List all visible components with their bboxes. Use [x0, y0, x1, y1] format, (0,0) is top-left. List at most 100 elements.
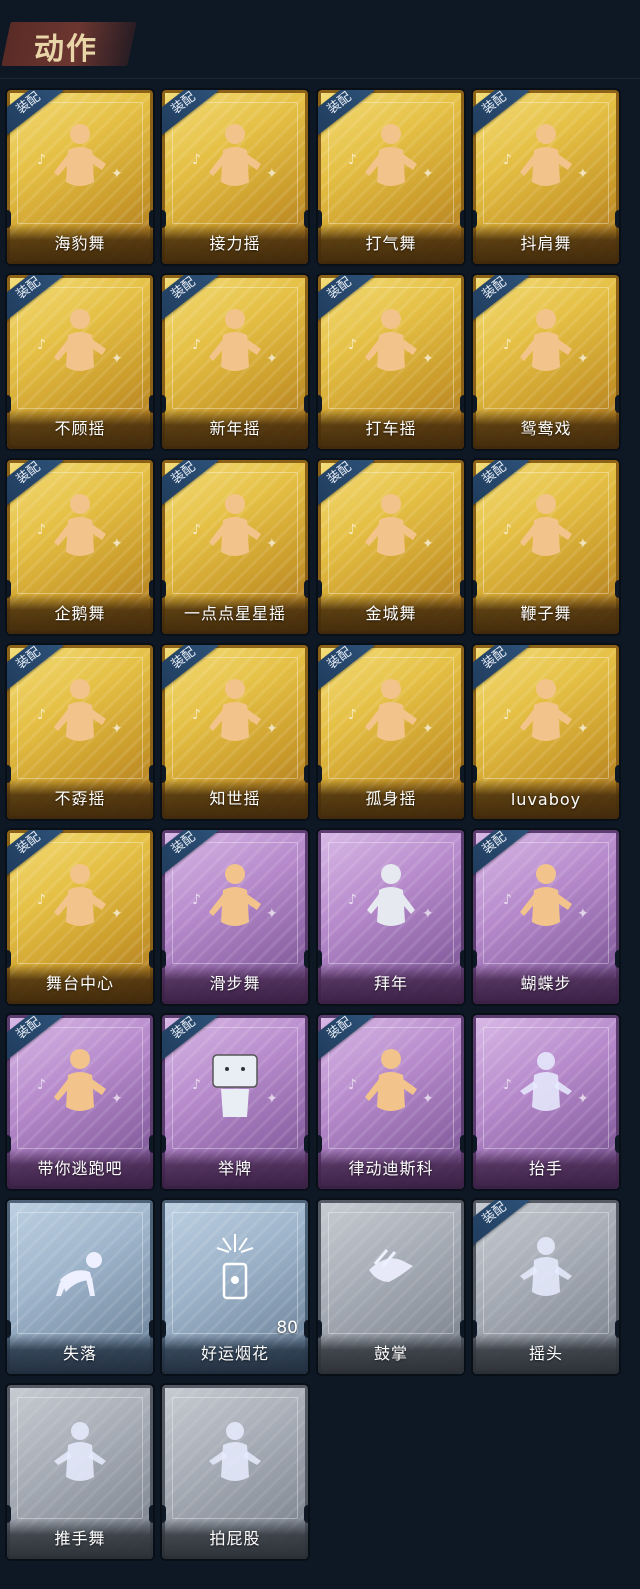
sparkle-icon: ✦ — [266, 351, 278, 367]
music-note-icon: ♪ — [503, 522, 512, 538]
emote-name: 蝴蝶步 — [520, 974, 572, 993]
emote-name: 滑步舞 — [209, 974, 261, 993]
emote-name: 不孬摇 — [54, 789, 106, 808]
music-note-icon: ♪ — [503, 707, 512, 723]
music-note-icon: ♪ — [348, 152, 357, 168]
emote-name: 带你逃跑吧 — [37, 1159, 123, 1178]
emote-name: 推手舞 — [54, 1529, 106, 1548]
emote-card[interactable]: 拍屁股 — [162, 1385, 308, 1559]
emote-card[interactable]: ♪ ✦ 不孬摇 装配 — [7, 645, 153, 819]
emote-card[interactable]: ♪ ✦ 不顾摇 装配 — [7, 275, 153, 449]
emote-card[interactable]: ♪ ✦ 一点点星星摇 装配 — [162, 460, 308, 634]
music-note-icon: ♪ — [503, 337, 512, 353]
music-note-icon: ♪ — [192, 522, 201, 538]
music-note-icon: ♪ — [37, 892, 46, 908]
sparkle-icon: ✦ — [577, 1091, 589, 1107]
emote-name: 新年摇 — [209, 419, 261, 438]
emote-name: 打车摇 — [365, 419, 417, 438]
emote-name: 拜年 — [373, 974, 408, 993]
emote-name: 舞台中心 — [45, 974, 114, 993]
emote-card[interactable]: ♪ ✦ 带你逃跑吧 装配 — [7, 1015, 153, 1189]
music-note-icon: ♪ — [503, 892, 512, 908]
sparkle-icon: ✦ — [422, 536, 434, 552]
music-note-icon: ♪ — [192, 337, 201, 353]
sparkle-icon: ✦ — [422, 721, 434, 737]
emote-name: 律动迪斯科 — [348, 1159, 434, 1178]
emote-card[interactable]: 失落 — [7, 1200, 153, 1374]
music-note-icon: ♪ — [192, 152, 201, 168]
dance-figure-icon — [205, 860, 265, 946]
sparkle-icon: ✦ — [422, 906, 434, 922]
emote-card[interactable]: ♪ ✦ 抬手 — [473, 1015, 619, 1189]
emote-card[interactable]: ♪ ✦ 新年摇 装配 — [162, 275, 308, 449]
music-note-icon: ♪ — [192, 892, 201, 908]
emote-card[interactable]: 好运烟花 80 — [162, 1200, 308, 1374]
dance-figure-icon — [50, 305, 110, 391]
emote-card[interactable]: ♪ ✦ 抖肩舞 装配 — [473, 90, 619, 264]
emote-card[interactable]: ♪ ✦ luvaboy 装配 — [473, 645, 619, 819]
emote-card[interactable]: ♪ ✦ 金城舞 装配 — [318, 460, 464, 634]
music-note-icon: ♪ — [37, 522, 46, 538]
sparkle-icon: ✦ — [577, 536, 589, 552]
sparkle-icon: ✦ — [266, 536, 278, 552]
music-note-icon: ♪ — [37, 337, 46, 353]
emote-name: 接力摇 — [209, 234, 261, 253]
music-note-icon: ♪ — [503, 1077, 512, 1093]
emote-name: 一点点星星摇 — [183, 604, 286, 623]
music-note-icon: ♪ — [503, 152, 512, 168]
sparkle-icon: ✦ — [266, 1091, 278, 1107]
emote-card[interactable]: ♪ ✦ 打车摇 装配 — [318, 275, 464, 449]
emote-card[interactable]: ♪ ✦ 蝴蝶步 装配 — [473, 830, 619, 1004]
emote-name: 不顾摇 — [54, 419, 106, 438]
sparkle-icon: ✦ — [577, 166, 589, 182]
music-note-icon: ♪ — [348, 892, 357, 908]
emote-card[interactable]: ♪ ✦ 律动迪斯科 装配 — [318, 1015, 464, 1189]
dance-figure-icon — [361, 120, 421, 206]
emote-card[interactable]: ♪ ✦ 接力摇 装配 — [162, 90, 308, 264]
emote-card[interactable]: ♪ ✦ 拜年 — [318, 830, 464, 1004]
emote-card[interactable]: 推手舞 — [7, 1385, 153, 1559]
sparkle-icon: ✦ — [266, 906, 278, 922]
dance-figure-icon — [50, 675, 110, 761]
emote-name: 抖肩舞 — [520, 234, 572, 253]
emote-name: 孤身摇 — [365, 789, 417, 808]
sparkle-icon: ✦ — [111, 166, 123, 182]
emote-card[interactable]: ♪ ✦ 舞台中心 装配 — [7, 830, 153, 1004]
sparkle-icon: ✦ — [422, 351, 434, 367]
music-note-icon: ♪ — [37, 707, 46, 723]
music-note-icon: ♪ — [37, 1077, 46, 1093]
emote-name: 举牌 — [217, 1159, 252, 1178]
sparkle-icon: ✦ — [111, 906, 123, 922]
sparkle-icon: ✦ — [111, 351, 123, 367]
emote-card[interactable]: ♪ ✦ 孤身摇 装配 — [318, 645, 464, 819]
sign-figure-icon — [205, 1045, 265, 1131]
emote-card[interactable]: 鼓掌 — [318, 1200, 464, 1374]
bow-figure-icon — [361, 860, 421, 946]
emote-card[interactable]: ♪ ✦ 知世摇 装配 — [162, 645, 308, 819]
emote-card[interactable]: ♪ ✦ 鞭子舞 装配 — [473, 460, 619, 634]
sparkle-icon: ✦ — [111, 536, 123, 552]
emote-card[interactable]: 摇头 装配 — [473, 1200, 619, 1374]
emote-card[interactable]: ♪ ✦ 举牌 装配 — [162, 1015, 308, 1189]
sparkle-icon: ✦ — [111, 721, 123, 737]
raise-hand-figure-icon — [516, 1045, 576, 1131]
dance-figure-icon — [361, 305, 421, 391]
emote-card[interactable]: ♪ ✦ 海豹舞 装配 — [7, 90, 153, 264]
emote-name: 鞭子舞 — [520, 604, 572, 623]
emote-card[interactable]: ♪ ✦ 打气舞 装配 — [318, 90, 464, 264]
music-note-icon: ♪ — [348, 522, 357, 538]
shake-head-figure-icon — [516, 1230, 576, 1316]
dance-figure-icon — [205, 490, 265, 576]
emote-name: 鼓掌 — [373, 1344, 408, 1363]
emote-card[interactable]: ♪ ✦ 滑步舞 装配 — [162, 830, 308, 1004]
emote-name: 拍屁股 — [209, 1529, 261, 1548]
emote-card[interactable]: ♪ ✦ 企鹅舞 装配 — [7, 460, 153, 634]
dance-figure-icon — [50, 490, 110, 576]
emote-name: 企鹅舞 — [54, 604, 106, 623]
dance-figure-icon — [361, 490, 421, 576]
dance-figure-icon — [516, 675, 576, 761]
dance-figure-icon — [50, 120, 110, 206]
emote-card[interactable]: ♪ ✦ 鸳鸯戏 装配 — [473, 275, 619, 449]
pat-figure-icon — [205, 1415, 265, 1501]
sparkle-icon: ✦ — [577, 906, 589, 922]
